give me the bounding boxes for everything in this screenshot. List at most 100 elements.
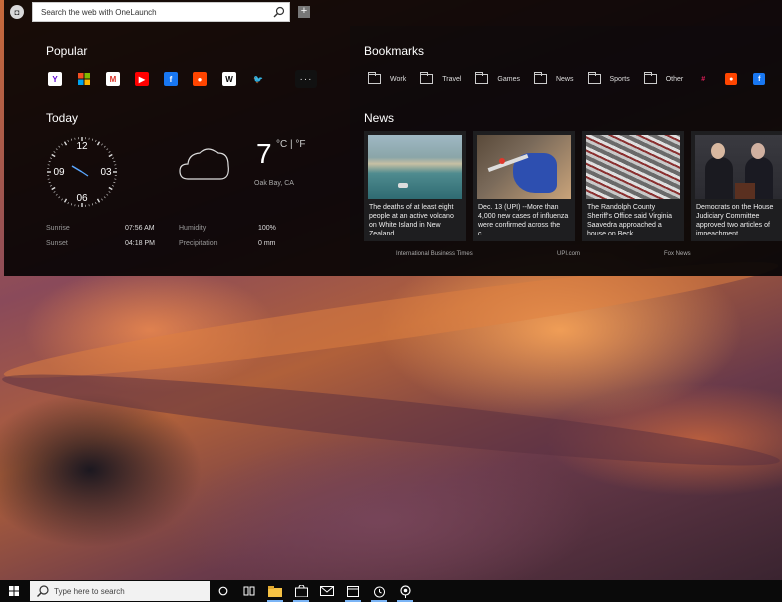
clock-tick	[106, 148, 109, 151]
clock-tick	[63, 141, 68, 146]
clock-tick	[63, 198, 68, 203]
news-image-volcano	[368, 135, 462, 199]
yahoo-icon[interactable]: Y	[48, 72, 62, 86]
folder-icon	[533, 72, 547, 84]
clock-tick	[51, 153, 56, 158]
onelaunch-menu-icon[interactable]: ◘	[10, 5, 24, 19]
bookmark-sports[interactable]: Sports	[587, 72, 630, 84]
clock-tick	[49, 157, 52, 159]
clock-tick	[108, 153, 113, 158]
mail-button[interactable]	[314, 580, 340, 602]
news-card[interactable]: The deaths of at least eight people at a…	[364, 131, 466, 241]
temperature-units-toggle[interactable]: °C | °F	[276, 139, 305, 150]
bookmark-label: Other	[665, 75, 684, 83]
clock-tick	[51, 186, 56, 191]
youtube-icon[interactable]: ▶	[135, 72, 149, 86]
clock-tick	[96, 198, 101, 203]
today-heading: Today	[46, 111, 79, 125]
web-search-input[interactable]	[33, 3, 269, 21]
facebook-icon[interactable]: f	[164, 72, 178, 86]
microsoft-icon[interactable]	[77, 72, 91, 86]
precipitation-label: Precipitation	[179, 240, 218, 247]
clock-tick	[58, 145, 61, 148]
clock-tick	[70, 203, 73, 206]
clock-minute-hand	[81, 171, 89, 177]
clock-tick	[48, 181, 51, 184]
news-heading: News	[364, 111, 395, 125]
bookmark-label: Travel	[442, 75, 462, 83]
analog-clock: 12 03 06 09	[47, 137, 117, 207]
news-headline: Democrats on the House Judiciary Committ…	[696, 204, 774, 235]
news-source[interactable]: International Business Times	[396, 251, 473, 257]
reddit-icon[interactable]: ●	[725, 73, 738, 85]
clock-tick	[103, 196, 106, 199]
folder-icon	[475, 72, 489, 84]
alarm-clock-button[interactable]	[366, 580, 392, 602]
reddit-icon[interactable]: ●	[193, 72, 207, 86]
clock-tick	[48, 160, 51, 163]
clock-tick	[58, 196, 61, 199]
start-button[interactable]	[0, 580, 28, 602]
clock-tick	[67, 139, 69, 142]
slack-icon[interactable]: #	[697, 73, 709, 85]
news-image-politicians	[695, 135, 782, 199]
clock-tick	[112, 157, 115, 159]
news-source[interactable]: UPI.com	[557, 251, 580, 257]
onelaunch-icon	[399, 584, 411, 598]
folder-icon	[268, 585, 282, 597]
news-card[interactable]: Dec. 13 (UPI) --More than 4,000 new case…	[473, 131, 575, 241]
bookmark-label: Sports	[609, 75, 630, 83]
cortana-button[interactable]	[210, 580, 236, 602]
clock-tick	[113, 181, 116, 184]
temperature-value: 7	[256, 138, 272, 169]
more-button[interactable]: ···	[295, 70, 317, 88]
news-card[interactable]: The Randolph County Sheriff's Office sai…	[582, 131, 684, 241]
twitter-icon[interactable]: 🐦	[251, 72, 265, 86]
bookmark-label: Games	[497, 75, 520, 83]
bookmark-work[interactable]: Work	[368, 72, 407, 84]
taskbar-search-box	[30, 581, 210, 601]
store-button[interactable]	[288, 580, 314, 602]
clock-tick	[55, 148, 58, 151]
search-icon[interactable]	[269, 3, 289, 21]
sunrise-label: Sunrise	[46, 225, 70, 232]
clock-tick	[95, 202, 97, 205]
clock-tick	[112, 185, 115, 187]
calendar-icon	[347, 586, 359, 597]
file-explorer-button[interactable]	[262, 580, 288, 602]
clock-tick	[113, 160, 116, 163]
store-bag-icon	[294, 585, 308, 597]
clock-tick	[61, 198, 63, 201]
clock-tick	[53, 191, 56, 193]
facebook-icon[interactable]: f	[753, 73, 766, 85]
gmail-icon[interactable]: M	[106, 72, 120, 86]
add-tab-button[interactable]: +	[298, 6, 310, 18]
clock-tick	[108, 151, 111, 153]
clock-tick	[55, 193, 58, 196]
sunset-label: Sunset	[46, 240, 68, 247]
search-icon	[37, 585, 49, 597]
clock-tick	[101, 143, 103, 146]
clock-number-9: 09	[53, 167, 65, 178]
wikipedia-icon[interactable]: W	[222, 72, 236, 86]
weather-location: Oak Bay, CA	[254, 180, 294, 187]
news-headline: Dec. 13 (UPI) --More than 4,000 new case…	[478, 204, 569, 235]
news-card[interactable]: Democrats on the House Judiciary Committ…	[691, 131, 782, 241]
clock-tick	[70, 138, 73, 141]
humidity-label: Humidity	[179, 225, 207, 232]
news-source[interactable]: Fox News	[664, 251, 691, 257]
bookmark-games[interactable]: Games	[475, 72, 520, 84]
taskbar-search-input[interactable]	[50, 586, 210, 596]
bookmark-label: Work	[390, 75, 407, 83]
bookmark-travel[interactable]: Travel	[420, 72, 462, 84]
clock-tick	[103, 145, 106, 148]
clock-tick	[96, 141, 101, 146]
news-headline: The deaths of at least eight people at a…	[369, 204, 454, 235]
task-view-button[interactable]	[236, 580, 262, 602]
bookmark-other[interactable]: Other	[643, 72, 684, 84]
clock-tick	[61, 143, 63, 146]
bookmark-label: News	[555, 75, 574, 83]
onelaunch-taskbar-button[interactable]	[392, 580, 418, 602]
calendar-button[interactable]	[340, 580, 366, 602]
bookmark-news[interactable]: News	[533, 72, 574, 84]
